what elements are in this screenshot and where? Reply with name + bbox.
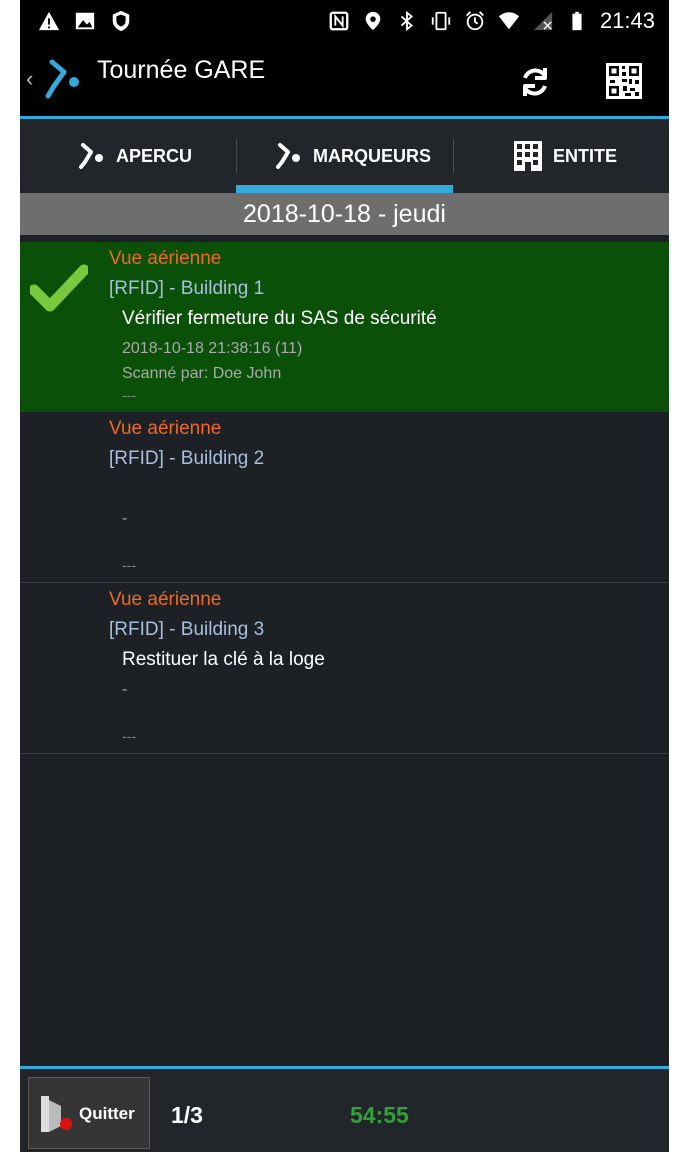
bluetooth-icon	[400, 10, 413, 32]
sync-icon[interactable]	[517, 64, 553, 100]
tab-entite[interactable]: ENTITE	[513, 119, 617, 193]
shield-icon	[112, 10, 130, 32]
marker-scanned-by: Scanné par: Doe John	[122, 365, 282, 382]
marker-count: 1/3	[171, 1102, 203, 1128]
app-logo-icon[interactable]	[44, 58, 84, 102]
marker-separator: ---	[122, 728, 136, 744]
marker-scan-date: -	[122, 681, 128, 698]
tab-label: ENTITE	[553, 145, 618, 166]
marker-task: Vérifier fermeture du SAS de sécurité	[122, 308, 437, 329]
tab-divider	[236, 139, 237, 173]
app-screen: 21:43 ‹ Tournée GARE APERCU MARQUEURS EN…	[20, 0, 669, 1152]
wifi-icon	[498, 12, 520, 30]
tab-marqueurs[interactable]: MARQUEURS	[275, 119, 431, 193]
marker-tag: [RFID] - Building 3	[109, 619, 265, 640]
warning-icon	[38, 11, 60, 31]
quit-button[interactable]: Quitter	[28, 1077, 150, 1149]
marker-separator: ---	[122, 387, 136, 403]
marker-row[interactable]: Vue aérienne [RFID] - Building 2 - ---	[20, 412, 669, 583]
quit-label: Quitter	[79, 1104, 135, 1123]
nfc-icon	[329, 11, 349, 31]
date-header: 2018-10-18 - jeudi	[20, 193, 669, 235]
vibrate-icon	[431, 11, 451, 31]
checkmark-icon	[30, 264, 88, 312]
alarm-icon	[466, 11, 484, 31]
marker-scan-date: -	[122, 510, 128, 527]
tab-bar: APERCU MARQUEURS ENTITE	[20, 119, 669, 193]
marker-category: Vue aérienne	[109, 418, 222, 439]
status-time: 21:43	[599, 8, 655, 33]
image-icon	[75, 12, 95, 30]
tab-selected-indicator	[236, 185, 453, 193]
building-icon	[514, 141, 542, 171]
marker-tag: [RFID] - Building 1	[109, 278, 265, 299]
back-chevron-icon[interactable]: ‹	[26, 66, 33, 92]
battery-icon	[572, 11, 582, 31]
marker-category: Vue aérienne	[109, 589, 222, 610]
marker-task: Restituer la clé à la loge	[122, 649, 325, 670]
qr-code-icon[interactable]	[605, 62, 643, 100]
marker-tag: [RFID] - Building 2	[109, 448, 265, 469]
location-icon	[365, 11, 381, 31]
tab-apercu[interactable]: APERCU	[78, 119, 192, 193]
marker-scan-date: 2018-10-18 21:38:16 (11)	[122, 340, 303, 357]
exit-door-icon	[41, 1096, 72, 1132]
marker-logo-icon	[79, 143, 103, 169]
marker-row[interactable]: Vue aérienne [RFID] - Building 3 Restitu…	[20, 583, 669, 754]
tab-label: APERCU	[116, 145, 193, 166]
tab-label: MARQUEURS	[313, 145, 432, 166]
no-signal-icon	[533, 11, 553, 31]
bottom-bar: Quitter 1/3 54:55	[20, 1066, 669, 1152]
app-bar: ‹ Tournée GARE	[20, 44, 669, 119]
marker-row[interactable]: Vue aérienne [RFID] - Building 1 Vérifie…	[20, 242, 669, 412]
app-title: Tournée GARE	[97, 56, 266, 84]
marker-logo-icon	[276, 143, 300, 169]
marker-category: Vue aérienne	[109, 248, 222, 269]
tab-divider	[453, 139, 454, 173]
tour-timer: 54:55	[350, 1102, 409, 1128]
status-bar: 21:43	[20, 0, 669, 44]
marker-separator: ---	[122, 557, 136, 573]
